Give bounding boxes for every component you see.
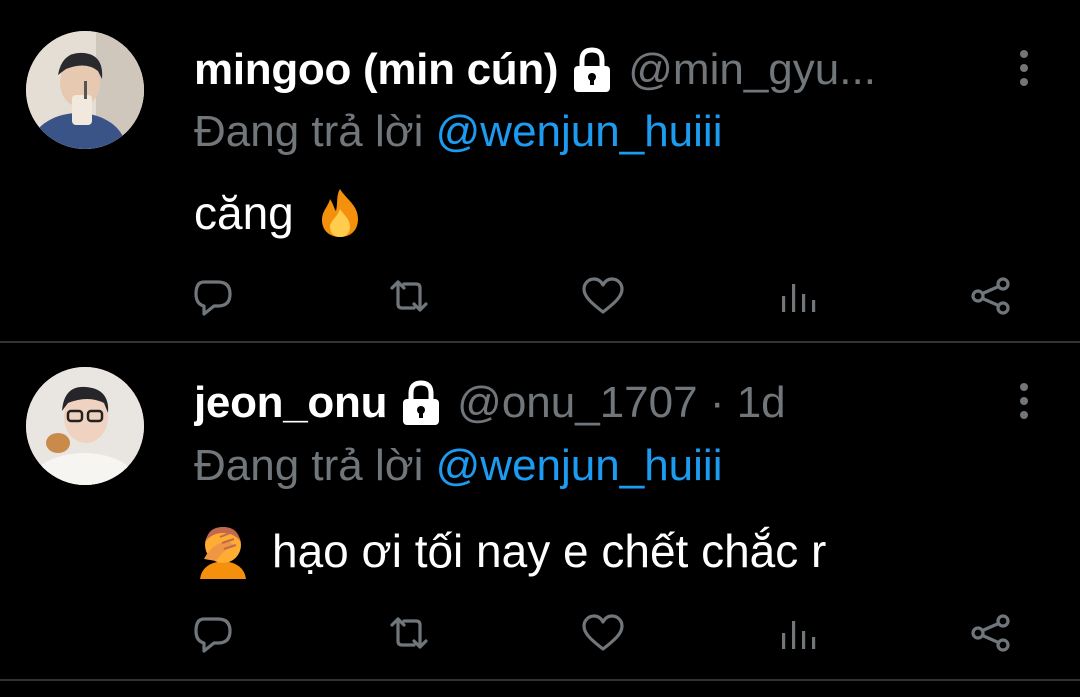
mention-link[interactable]: @wenjun_huiii — [436, 107, 723, 156]
stats-button[interactable] — [776, 276, 822, 316]
avatar-photo — [26, 31, 144, 149]
replying-to: Đang trả lời @wenjun_huiii — [194, 107, 722, 157]
tweet[interactable]: mingoo (min cún) @min_gyu... Đang trả lờ… — [0, 0, 1080, 341]
more-options-icon[interactable] — [1012, 46, 1036, 90]
retweet-button[interactable] — [386, 613, 432, 653]
mention-link[interactable]: @wenjun_huiii — [436, 441, 723, 490]
avatar-photo — [26, 367, 144, 485]
reply-icon — [194, 280, 232, 316]
tweet-actions — [0, 266, 1080, 326]
facepalm-icon — [200, 527, 246, 579]
replying-to: Đang trả lời @wenjun_huiii — [194, 441, 722, 491]
fire-icon — [321, 189, 358, 237]
replying-prefix: Đang trả lời — [194, 107, 424, 156]
stats-button[interactable] — [776, 613, 822, 653]
like-button[interactable] — [580, 276, 626, 316]
tweet-text-content: hạo ơi tối nay e chết chắc r — [272, 525, 827, 577]
stats-icon — [782, 621, 816, 649]
handle[interactable]: @onu_1707 · 1d — [457, 378, 785, 428]
more-options-icon[interactable] — [1012, 379, 1036, 423]
tweet-text: hạo ơi tối nay e chết chắc r — [194, 523, 826, 579]
share-icon — [971, 277, 1010, 315]
avatar[interactable] — [26, 31, 144, 149]
lock-icon — [574, 47, 611, 92]
lock-icon — [403, 380, 440, 425]
tweet-text: căng — [194, 186, 368, 240]
display-name[interactable]: mingoo (min cún) — [194, 45, 559, 95]
tweet-header: jeon_onu @onu_1707 · 1d — [194, 377, 970, 429]
like-icon — [582, 277, 624, 314]
like-button[interactable] — [580, 613, 626, 653]
tweet-header: mingoo (min cún) @min_gyu... — [194, 44, 970, 96]
like-icon — [582, 614, 624, 651]
share-button[interactable] — [968, 613, 1014, 653]
stats-icon — [782, 284, 816, 312]
reply-button[interactable] — [190, 613, 236, 653]
tweet-text-content: căng — [194, 187, 294, 239]
handle[interactable]: @min_gyu... — [628, 45, 876, 95]
tweet-actions — [0, 603, 1080, 663]
share-icon — [971, 614, 1010, 652]
share-button[interactable] — [968, 276, 1014, 316]
tweet-divider — [0, 679, 1080, 681]
replying-prefix: Đang trả lời — [194, 441, 424, 490]
retweet-button[interactable] — [386, 276, 432, 316]
avatar[interactable] — [26, 367, 144, 485]
display-name[interactable]: jeon_onu — [194, 378, 387, 428]
retweet-icon — [390, 280, 428, 312]
retweet-icon — [390, 617, 428, 649]
tweet[interactable]: jeon_onu @onu_1707 · 1d Đang trả lời @we… — [0, 343, 1080, 679]
reply-button[interactable] — [190, 276, 236, 316]
reply-icon — [194, 617, 232, 653]
